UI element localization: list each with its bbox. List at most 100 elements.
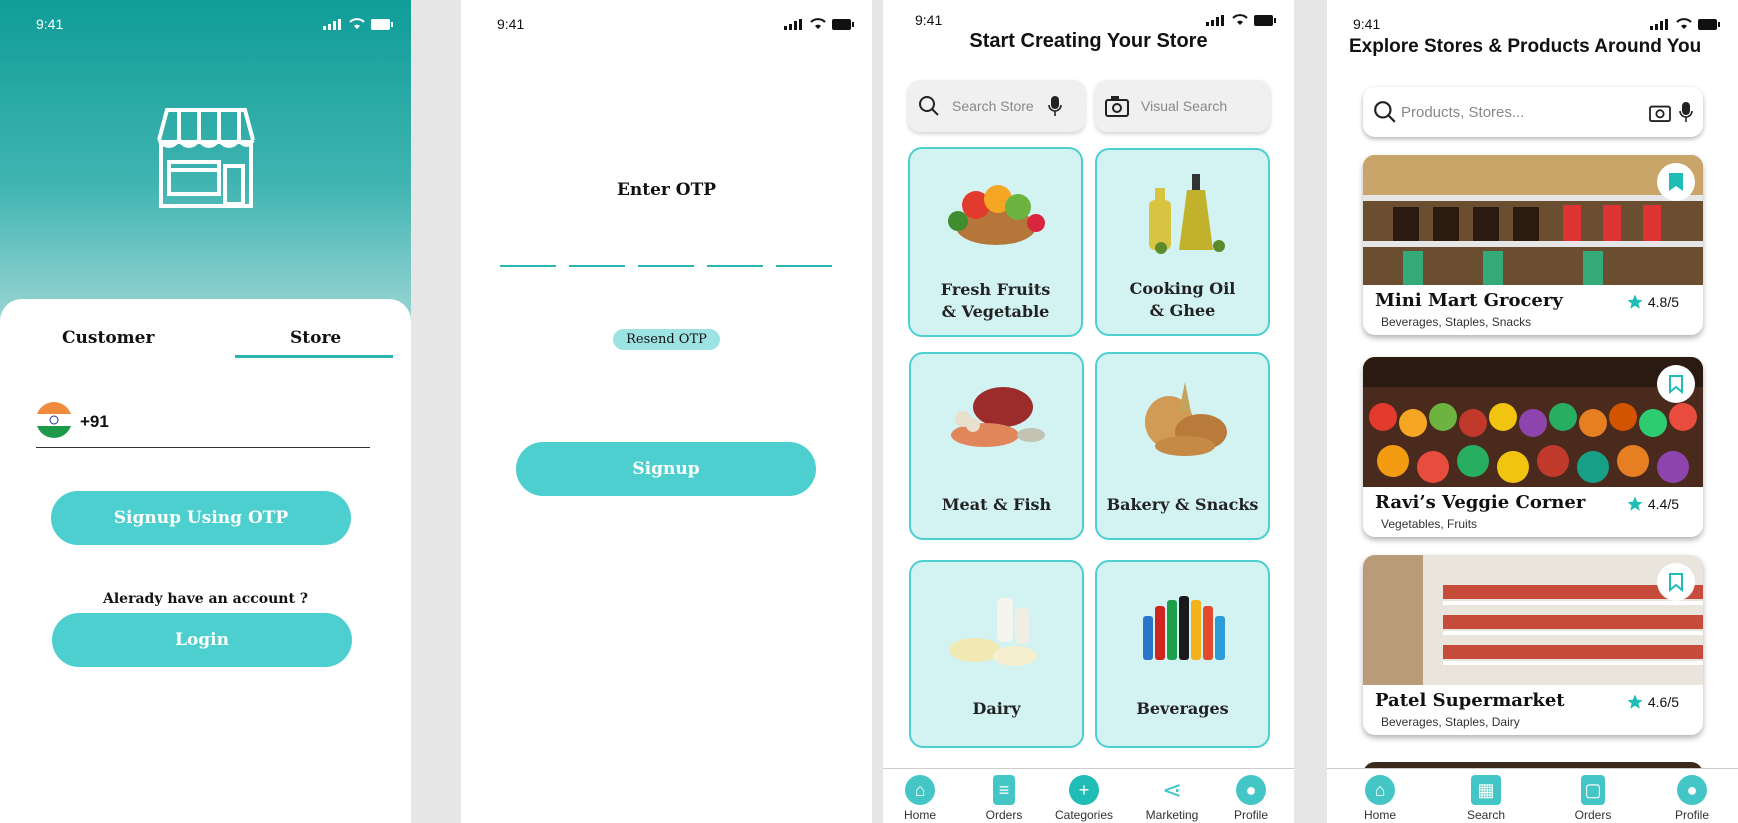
store-card[interactable]: Mini Mart Grocery Beverages, Staples, Sn…: [1363, 155, 1703, 335]
otp-digit-5[interactable]: [776, 265, 832, 267]
explore-screen: 9:41 Explore Stores & Products Around Yo…: [1327, 0, 1738, 823]
nav-marketing[interactable]: ⋖ Marketing: [1137, 775, 1207, 823]
bookmark-outline-icon: [1669, 375, 1683, 394]
status-icons: [1206, 14, 1276, 26]
category-fresh-fruits[interactable]: Fresh Fruits & Vegetable: [908, 147, 1083, 337]
category-bakery-snacks[interactable]: Bakery & Snacks: [1095, 352, 1270, 540]
status-icons: [323, 18, 393, 30]
visual-search-label: Visual Search: [1141, 98, 1228, 114]
otp-digit-3[interactable]: [638, 265, 694, 267]
category-dairy[interactable]: Dairy: [909, 560, 1084, 748]
category-meat-fish[interactable]: Meat & Fish: [909, 352, 1084, 540]
rating-value: 4.6/5: [1647, 694, 1679, 710]
nav-label: Profile: [1674, 808, 1709, 822]
search-placeholder: Products, Stores...: [1401, 103, 1525, 121]
camera-icon[interactable]: [1649, 102, 1671, 122]
bookmark-button[interactable]: [1657, 563, 1695, 601]
login-button[interactable]: Login: [52, 613, 352, 667]
nav-orders[interactable]: ▢ Orders: [1558, 775, 1628, 822]
rating-value: 4.4/5: [1647, 496, 1679, 512]
orders-icon: ≡: [993, 775, 1015, 805]
add-icon: +: [1069, 775, 1099, 805]
category-label: & Vegetable: [941, 302, 1050, 321]
otp-title: Enter OTP: [616, 180, 717, 200]
phone-field[interactable]: +91: [36, 400, 370, 448]
login-screen: 9:41 Customer Store +91 Signup Using OTP…: [0, 0, 411, 823]
star-icon: [1627, 496, 1643, 511]
status-bar: 9:41: [0, 0, 411, 32]
signup-button[interactable]: Signup: [516, 442, 816, 496]
store-tags: Vegetables, Fruits: [1381, 517, 1478, 531]
search-input[interactable]: Products, Stores...: [1363, 87, 1703, 137]
otp-digit-1[interactable]: [500, 265, 556, 267]
store-name: Mini Mart Grocery: [1375, 290, 1563, 311]
nav-home[interactable]: ⌂ Home: [1345, 775, 1415, 822]
category-label: Bakery & Snacks: [1106, 495, 1259, 514]
status-time: 9:41: [497, 16, 525, 32]
store-photo: [1363, 555, 1703, 685]
microphone-icon[interactable]: [1047, 95, 1062, 117]
store-tags: Beverages, Staples, Dairy: [1381, 715, 1520, 729]
signal-icon: [323, 18, 341, 30]
battery-icon: [832, 18, 854, 30]
battery-icon: [1698, 18, 1720, 30]
login-card: [0, 299, 411, 823]
signal-icon: [784, 18, 802, 30]
category-label: Fresh Fruits: [940, 280, 1051, 299]
status-time: 9:41: [915, 12, 943, 28]
store-rating: 4.6/5: [1626, 693, 1679, 711]
dairy-icon: [949, 598, 1037, 666]
category-label: Cooking Oil: [1129, 279, 1236, 298]
store-tags: Beverages, Staples, Snacks: [1381, 315, 1532, 329]
tab-store[interactable]: Store: [290, 328, 341, 348]
nav-profile[interactable]: ● Profile: [1657, 775, 1727, 822]
nav-label: Home: [1363, 808, 1396, 822]
categories-screen: 9:41 Start Creating Your Store Search St…: [883, 0, 1294, 823]
store-rating: 4.4/5: [1626, 495, 1679, 513]
home-icon: ⌂: [1365, 775, 1395, 805]
bookmark-button[interactable]: [1657, 365, 1695, 403]
signup-otp-button[interactable]: Signup Using OTP: [51, 491, 351, 545]
search-icon: [1374, 101, 1396, 123]
store-photo: [1363, 155, 1703, 285]
wifi-icon: [1676, 18, 1692, 29]
rating-value: 4.8/5: [1647, 294, 1679, 310]
nav-home[interactable]: ⌂ Home: [885, 775, 955, 822]
otp-digit-2[interactable]: [569, 265, 625, 267]
category-cooking-oil[interactable]: Cooking Oil & Ghee: [1095, 148, 1270, 336]
bookmark-button[interactable]: [1657, 163, 1695, 201]
star-icon: [1627, 694, 1643, 709]
nav-categories[interactable]: + Categories: [1049, 775, 1119, 822]
nav-search[interactable]: ▦ Search: [1451, 775, 1521, 822]
signal-icon: [1206, 14, 1224, 26]
profile-icon: ●: [1677, 775, 1707, 805]
store-name: Patel Supermarket: [1375, 690, 1565, 711]
bookmark-outline-icon: [1669, 573, 1683, 592]
category-label: & Ghee: [1149, 301, 1216, 320]
search-placeholder: Search Store: [952, 98, 1034, 114]
visual-search-field[interactable]: Visual Search: [1095, 80, 1270, 132]
microphone-icon[interactable]: [1679, 101, 1693, 123]
battery-icon: [1254, 14, 1276, 26]
bottom-nav: ⌂ Home ▦ Search ▢ Orders ● Profile: [1327, 768, 1738, 823]
otp-digit-4[interactable]: [707, 265, 763, 267]
status-time: 9:41: [1353, 16, 1381, 32]
category-label: Dairy: [972, 699, 1021, 718]
tab-customer[interactable]: Customer: [62, 328, 154, 348]
resend-otp-button[interactable]: Resend OTP: [613, 329, 720, 350]
store-card[interactable]: Ravi’s Veggie Corner Vegetables, Fruits …: [1363, 357, 1703, 537]
search-icon: [919, 96, 939, 116]
home-icon: ⌂: [905, 775, 935, 805]
wifi-icon: [1232, 14, 1248, 25]
category-beverages[interactable]: Beverages: [1095, 560, 1270, 748]
nav-profile[interactable]: ● Profile: [1216, 775, 1286, 822]
country-code: +91: [80, 412, 109, 431]
camera-icon: [1105, 96, 1129, 117]
search-store-field[interactable]: Search Store: [908, 80, 1085, 132]
wifi-icon: [810, 18, 826, 29]
shopping-bag-icon: ▢: [1581, 775, 1605, 805]
nav-orders[interactable]: ≡ Orders: [969, 775, 1039, 822]
nav-label: Search: [1466, 808, 1506, 822]
store-photo: [1363, 357, 1703, 487]
store-card[interactable]: Patel Supermarket Beverages, Staples, Da…: [1363, 555, 1703, 735]
